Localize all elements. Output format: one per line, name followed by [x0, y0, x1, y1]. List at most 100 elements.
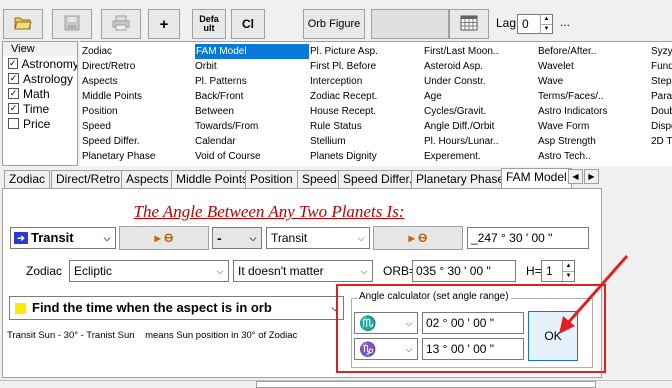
menu-item[interactable]: Rule Status [310, 119, 422, 134]
menu-item[interactable]: Wave [538, 74, 650, 89]
find-mode-select[interactable]: Find the time when the aspect is in orb … [9, 296, 344, 320]
menu-item[interactable]: Orbit [195, 59, 309, 74]
menu-item[interactable]: Back/Front [195, 89, 309, 104]
menu-item[interactable]: Cycles/Gravit. [424, 104, 536, 119]
lag-spinner[interactable]: 0 ▲ ▼ [517, 14, 553, 34]
menu-item[interactable]: Step .. [651, 74, 672, 89]
matter-select[interactable]: It doesn't matter ⌵ [233, 260, 373, 282]
menu-item[interactable]: Position [82, 104, 192, 119]
planet2-select[interactable]: Transit ⌵ [266, 227, 370, 249]
menu-item[interactable]: Dispo.. [651, 119, 672, 134]
angle-input[interactable]: _247 ° 30 ' 00 " [467, 227, 589, 249]
menu-item[interactable]: Wavelet [538, 59, 650, 74]
menu-item[interactable]: Asp Strength [538, 134, 650, 149]
checkbox-checked-icon[interactable]: ✓ [8, 73, 19, 84]
planet1-picker-button[interactable]: ▸ ϴ [119, 226, 209, 250]
menu-item[interactable]: Towards/From [195, 119, 309, 134]
view-item-time[interactable]: ✓ Time [3, 101, 77, 116]
zodiac-select[interactable]: Ecliptic ⌵ [69, 260, 229, 282]
tab-fam-model[interactable]: FAM Model [501, 168, 572, 188]
tab-middle-points[interactable]: Middle Points [171, 170, 254, 188]
page-title: The Angle Between Any Two Planets Is: [133, 202, 405, 221]
menu-item[interactable]: Speed Differ. [82, 134, 192, 149]
menu-item[interactable]: Age [424, 89, 536, 104]
menu-item[interactable]: Direct/Retro [82, 59, 192, 74]
menu-item[interactable]: Pl. Picture Asp. [310, 44, 422, 59]
menu-item[interactable]: Zodiac [82, 44, 192, 59]
menu-item[interactable]: Pl. Patterns [195, 74, 309, 89]
tab-bar: Zodiac Direct/Retro Aspects Middle Point… [4, 168, 604, 188]
menu-item[interactable]: Middle Points [82, 89, 192, 104]
default-button[interactable]: Defa ult [192, 9, 226, 39]
toolbar-blank-button[interactable] [371, 9, 449, 39]
menu-item[interactable]: Stellium [310, 134, 422, 149]
view-item-astronomy[interactable]: ✓ Astronomy [3, 56, 77, 71]
view-item-math[interactable]: ✓ Math [3, 86, 77, 101]
calendar-grid-icon [460, 15, 478, 34]
menu-item[interactable]: Planetary Phase [82, 149, 192, 164]
menu-item[interactable]: Syzygy [651, 44, 672, 59]
menu-item[interactable]: First/Last Moon.. [424, 44, 536, 59]
tab-speed[interactable]: Speed [297, 170, 342, 188]
planet1-select[interactable]: ➔ Transit ⌵ [10, 227, 116, 249]
print-button[interactable] [101, 9, 141, 39]
menu-item[interactable]: Pl. Hours/Lunar.. [424, 134, 536, 149]
save-button[interactable] [52, 9, 92, 39]
spinner-up-icon[interactable]: ▲ [540, 15, 552, 24]
menu-item[interactable]: Asteroid Asp. [424, 59, 536, 74]
menu-item[interactable]: First Pl. Before [310, 59, 422, 74]
checkbox-empty-icon[interactable] [8, 118, 19, 129]
tab-planetary-phase[interactable]: Planetary Phase [411, 170, 510, 188]
orb-input[interactable]: 035 ° 30 ' 00 " [412, 260, 516, 282]
checkbox-checked-icon[interactable]: ✓ [8, 58, 18, 69]
cl-button[interactable]: Cl [231, 9, 265, 39]
tab-direct-retro[interactable]: Direct/Retro [51, 170, 126, 188]
tab-position[interactable]: Position [245, 170, 298, 188]
menu-item[interactable]: Interception [310, 74, 422, 89]
print-icon [112, 15, 130, 34]
menu-item[interactable]: Wave Form [538, 119, 650, 134]
add-button[interactable]: + [148, 9, 180, 39]
menu-item[interactable]: Before/After.. [538, 44, 650, 59]
tab-aspects[interactable]: Aspects [121, 170, 174, 188]
lag-label: Lag [496, 16, 517, 30]
menu-item[interactable]: Zodiac Recept. [310, 89, 422, 104]
view-item-astrology[interactable]: ✓ Astrology [3, 71, 77, 86]
menu-item[interactable]: Calendar [195, 134, 309, 149]
menu-item[interactable]: Aspects [82, 74, 192, 89]
tab-scroll-right-icon[interactable]: ▶ [584, 169, 599, 184]
view-item-price[interactable]: Price [3, 116, 77, 131]
menu-item[interactable]: Astro Indicators [538, 104, 650, 119]
checkbox-checked-icon[interactable]: ✓ [8, 88, 19, 99]
menu-item[interactable]: Angle Diff./Orbit [424, 119, 536, 134]
menu-item[interactable]: Speed [82, 119, 192, 134]
menu-item[interactable]: Fund.. [651, 59, 672, 74]
menu-item[interactable]: Doubl.. [651, 104, 672, 119]
menu-item[interactable]: Terms/Faces/.. [538, 89, 650, 104]
menu-item[interactable]: Parall.. [651, 89, 672, 104]
aspect-operator-select[interactable]: - ⌵ [212, 227, 262, 249]
spinner-down-icon[interactable]: ▼ [540, 24, 552, 33]
chevron-down-icon: ⌵ [357, 233, 365, 243]
menu-item[interactable]: Experement. [424, 149, 536, 164]
menu-item[interactable]: Between [195, 104, 309, 119]
tab-zodiac[interactable]: Zodiac [4, 170, 51, 188]
orb-figure-button[interactable]: Orb Figure [303, 9, 365, 39]
menu-item[interactable]: Void of Course [195, 149, 309, 164]
menu-item[interactable]: Astro Tech.. [538, 149, 650, 164]
status-field [256, 381, 596, 388]
menu-item-selected[interactable]: FAM Model [195, 44, 309, 59]
menu-item[interactable]: 2D T.. [651, 134, 672, 149]
transit-arrow-icon: ➔ [14, 232, 28, 244]
more-options[interactable]: ... [560, 15, 570, 29]
open-button[interactable] [3, 9, 43, 39]
planet2-picker-button[interactable]: ▸ ϴ [373, 226, 463, 250]
tab-scroll-left-icon[interactable]: ◀ [568, 169, 583, 184]
menu-item[interactable]: Planets Dignity [310, 149, 422, 164]
menu-item[interactable]: House Recept. [310, 104, 422, 119]
tab-speed-differ[interactable]: Speed Differ. [338, 170, 418, 188]
calendar-button[interactable] [449, 9, 489, 39]
view-title: View [3, 42, 77, 56]
checkbox-checked-icon[interactable]: ✓ [8, 103, 19, 114]
menu-item[interactable]: Under Constr. [424, 74, 536, 89]
